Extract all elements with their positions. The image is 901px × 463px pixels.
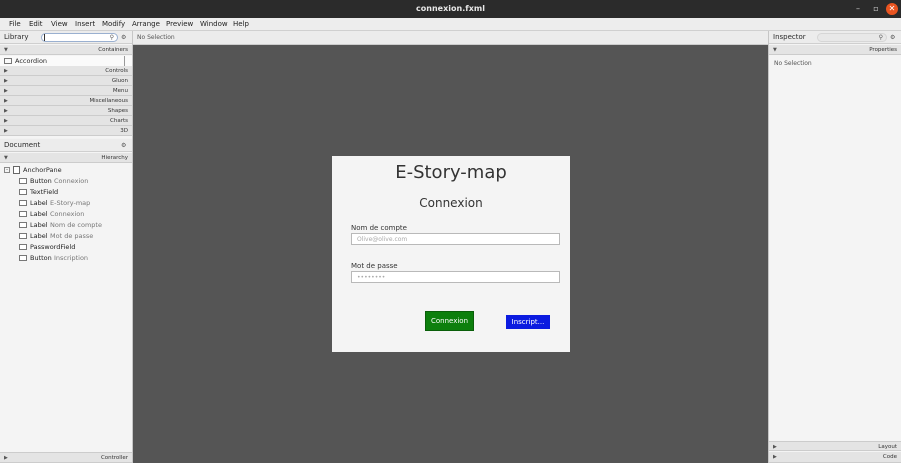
menu-modify[interactable]: Modify	[102, 20, 125, 28]
label-icon	[19, 211, 27, 217]
tree-item-child[interactable]: Label E-Story-map	[19, 199, 129, 208]
label-icon	[19, 200, 27, 206]
document-title: Document	[4, 141, 41, 149]
section-charts[interactable]: ▶ Charts	[0, 116, 132, 126]
expand-icon: ▶	[4, 68, 8, 74]
passwordfield-icon	[19, 244, 27, 250]
section-layout[interactable]: ▶ Layout	[769, 441, 901, 451]
library-header: Library ⚲ ⚙	[0, 31, 132, 44]
search-icon: ⚲	[109, 34, 114, 41]
inspector-header: Inspector ⚲ ⚙	[769, 31, 901, 44]
inspector-search-input[interactable]: ⚲	[817, 33, 887, 42]
expand-icon: ▶	[773, 444, 777, 450]
document-header: Document ⚙	[0, 139, 132, 152]
textfield-icon	[19, 189, 27, 195]
tree-item-root[interactable]: - AnchorPane	[4, 166, 129, 175]
account-text-field[interactable]: Olive@olive.com	[351, 233, 560, 245]
section-3d[interactable]: ▶ 3D	[0, 126, 132, 136]
label-icon	[19, 222, 27, 228]
expand-icon: ▶	[4, 78, 8, 84]
collapse-icon: ▼	[773, 47, 777, 53]
library-panel: Library ⚲ ⚙ ▼ Containers Accordion ▶ Cont…	[0, 31, 132, 138]
library-item-accordion[interactable]: Accordion	[0, 56, 132, 66]
document-panel: Document ⚙ ▼ Hierarchy - AnchorPane Butt…	[0, 139, 132, 463]
collapse-toggle-icon[interactable]: -	[4, 167, 10, 173]
window-title: connexion.fxml	[416, 4, 485, 13]
menu-view[interactable]: View	[51, 20, 68, 28]
button-icon	[19, 178, 27, 184]
settings-menu-icon[interactable]: ⚙	[890, 34, 895, 41]
menu-window[interactable]: Window	[200, 20, 228, 28]
section-hierarchy[interactable]: ▼ Hierarchy	[0, 153, 132, 163]
tree-item-child[interactable]: Label Connexion	[19, 210, 129, 219]
inspector-title: Inspector	[773, 33, 806, 41]
accordion-icon	[4, 58, 12, 64]
menu-insert[interactable]: Insert	[75, 20, 95, 28]
menu-help[interactable]: Help	[233, 20, 249, 28]
search-icon: ⚲	[878, 34, 883, 41]
collapse-icon: ▼	[4, 47, 8, 53]
menu-preview[interactable]: Preview	[166, 20, 193, 28]
expand-icon: ▶	[4, 128, 8, 134]
expand-icon: ▶	[773, 454, 777, 460]
account-label[interactable]: Nom de compte	[351, 224, 407, 232]
tree-item-child[interactable]: Button Inscription	[19, 254, 129, 263]
close-icon[interactable]: ✕	[886, 3, 898, 15]
window-titlebar: connexion.fxml – ▫ ✕	[0, 0, 901, 18]
collapse-icon: ▼	[4, 155, 8, 161]
tree-item-child[interactable]: Button Connexion	[19, 177, 129, 186]
section-controls[interactable]: ▶ Controls	[0, 66, 132, 76]
menu-bar: File Edit View Insert Modify Arrange Pre…	[0, 18, 901, 31]
menu-edit[interactable]: Edit	[29, 20, 43, 28]
form-preview[interactable]: E-Story-map Connexion Nom de compte Oliv…	[332, 156, 570, 352]
section-code[interactable]: ▶ Code	[769, 452, 901, 463]
button-icon	[19, 255, 27, 261]
expand-icon: ▶	[4, 88, 8, 94]
inspector-panel: Inspector ⚲ ⚙ ▼ Properties No Selection …	[769, 31, 901, 463]
inscription-button[interactable]: Inscript...	[506, 315, 550, 329]
label-icon	[19, 233, 27, 239]
connexion-button[interactable]: Connexion	[425, 311, 474, 331]
selection-breadcrumb: No Selection	[133, 31, 768, 45]
section-properties[interactable]: ▼ Properties	[769, 45, 901, 55]
section-shapes[interactable]: ▶ Shapes	[0, 106, 132, 116]
expand-icon: ▶	[4, 455, 8, 461]
library-search-input[interactable]: ⚲	[41, 33, 118, 42]
connexion-heading-label[interactable]: Connexion	[332, 196, 570, 210]
text-cursor	[44, 34, 45, 41]
tree-item-child[interactable]: PasswordField	[19, 243, 129, 252]
maximize-icon[interactable]: ▫	[870, 3, 882, 15]
tree-item-child[interactable]: Label Mot de passe	[19, 232, 129, 241]
section-menu[interactable]: ▶ Menu	[0, 86, 132, 96]
password-field[interactable]: ••••••••	[351, 271, 560, 283]
expand-icon: ▶	[4, 98, 8, 104]
settings-menu-icon[interactable]: ⚙	[121, 142, 126, 149]
section-containers[interactable]: ▼ Containers	[0, 45, 132, 55]
section-miscellaneous[interactable]: ▶ Miscellaneous	[0, 96, 132, 106]
expand-icon: ▶	[4, 118, 8, 124]
anchorpane-icon	[13, 166, 20, 174]
menu-file[interactable]: File	[9, 20, 21, 28]
no-selection-text: No Selection	[774, 60, 812, 67]
section-controller[interactable]: ▶ Controller	[0, 452, 132, 463]
expand-icon: ▶	[4, 108, 8, 114]
menu-arrange[interactable]: Arrange	[132, 20, 160, 28]
settings-menu-icon[interactable]: ⚙	[121, 34, 126, 41]
minimize-icon[interactable]: –	[852, 3, 864, 15]
password-label[interactable]: Mot de passe	[351, 262, 398, 270]
library-title: Library	[4, 33, 29, 41]
scrollbar[interactable]	[124, 56, 125, 66]
app-title-label[interactable]: E-Story-map	[332, 162, 570, 183]
section-gluon[interactable]: ▶ Gluon	[0, 76, 132, 86]
tree-item-child[interactable]: TextField	[19, 188, 129, 197]
tree-item-child[interactable]: Label Nom de compte	[19, 221, 129, 230]
